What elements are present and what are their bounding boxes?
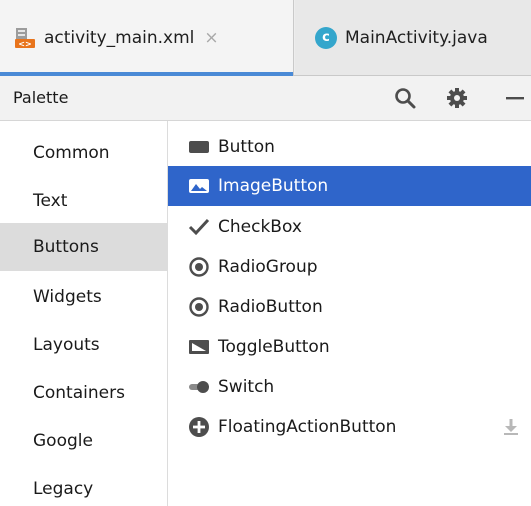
category-buttons[interactable]: Buttons [0,223,167,271]
palette-header: Palette [0,76,531,121]
category-common[interactable]: Common [0,129,167,177]
widget-label: ImageButton [218,176,329,196]
widget-label: CheckBox [218,217,302,237]
category-widgets[interactable]: Widgets [0,273,167,321]
category-containers[interactable]: Containers [0,369,167,417]
widget-togglebutton[interactable]: ToggleButton [168,327,531,367]
widget-floatingactionbutton[interactable]: FloatingActionButton [168,407,531,447]
toggle-button-icon [188,336,210,358]
palette-window: <> activity_main.xml × c MainActivity.ja… [0,0,531,506]
search-icon[interactable] [390,83,420,113]
widget-button[interactable]: Button [168,127,531,167]
category-label: Legacy [33,479,94,499]
svg-text:<>: <> [18,39,31,48]
tab-main-activity[interactable]: c MainActivity.java [295,0,531,75]
button-icon [188,136,210,158]
tab-label: activity_main.xml [44,27,195,48]
widget-label: Button [218,137,275,157]
category-label: Google [33,431,93,451]
widget-radiobutton[interactable]: RadioButton [168,287,531,327]
tab-label: MainActivity.java [345,27,488,48]
switch-icon [188,376,210,398]
radio-icon [188,256,210,278]
category-label: Common [33,143,110,163]
category-legacy[interactable]: Legacy [0,465,167,506]
download-icon[interactable] [501,417,521,437]
plus-circle-icon [188,416,210,438]
gear-icon[interactable] [442,83,472,113]
category-label: Containers [33,383,125,403]
widget-switch[interactable]: Switch [168,367,531,407]
close-icon[interactable]: × [204,28,218,48]
palette-widget-list: Button ImageButton CheckBox RadioGroup R… [168,121,531,506]
category-label: Widgets [33,287,102,307]
java-class-icon: c [315,26,337,49]
tab-activity-main[interactable]: <> activity_main.xml × [0,0,294,76]
palette-categories: Common Text Buttons Widgets Layouts Cont… [0,121,168,506]
widget-label: FloatingActionButton [218,417,397,437]
checkmark-icon [188,216,210,238]
minimize-icon[interactable] [497,83,527,113]
category-label: Layouts [33,335,100,355]
category-google[interactable]: Google [0,417,167,465]
category-text[interactable]: Text [0,177,167,225]
widget-label: Switch [218,377,275,397]
radio-icon [188,296,210,318]
editor-tab-bar: <> activity_main.xml × c MainActivity.ja… [0,0,531,76]
layout-xml-icon: <> [14,27,36,49]
palette-title: Palette [13,88,69,107]
category-label: Buttons [33,237,99,257]
image-button-icon [188,175,210,197]
widget-label: RadioButton [218,297,323,317]
category-label: Text [33,191,68,211]
widget-label: ToggleButton [218,337,330,357]
category-layouts[interactable]: Layouts [0,321,167,369]
widget-radiogroup[interactable]: RadioGroup [168,247,531,287]
widget-label: RadioGroup [218,257,318,277]
widget-imagebutton[interactable]: ImageButton [168,166,531,206]
widget-checkbox[interactable]: CheckBox [168,207,531,247]
